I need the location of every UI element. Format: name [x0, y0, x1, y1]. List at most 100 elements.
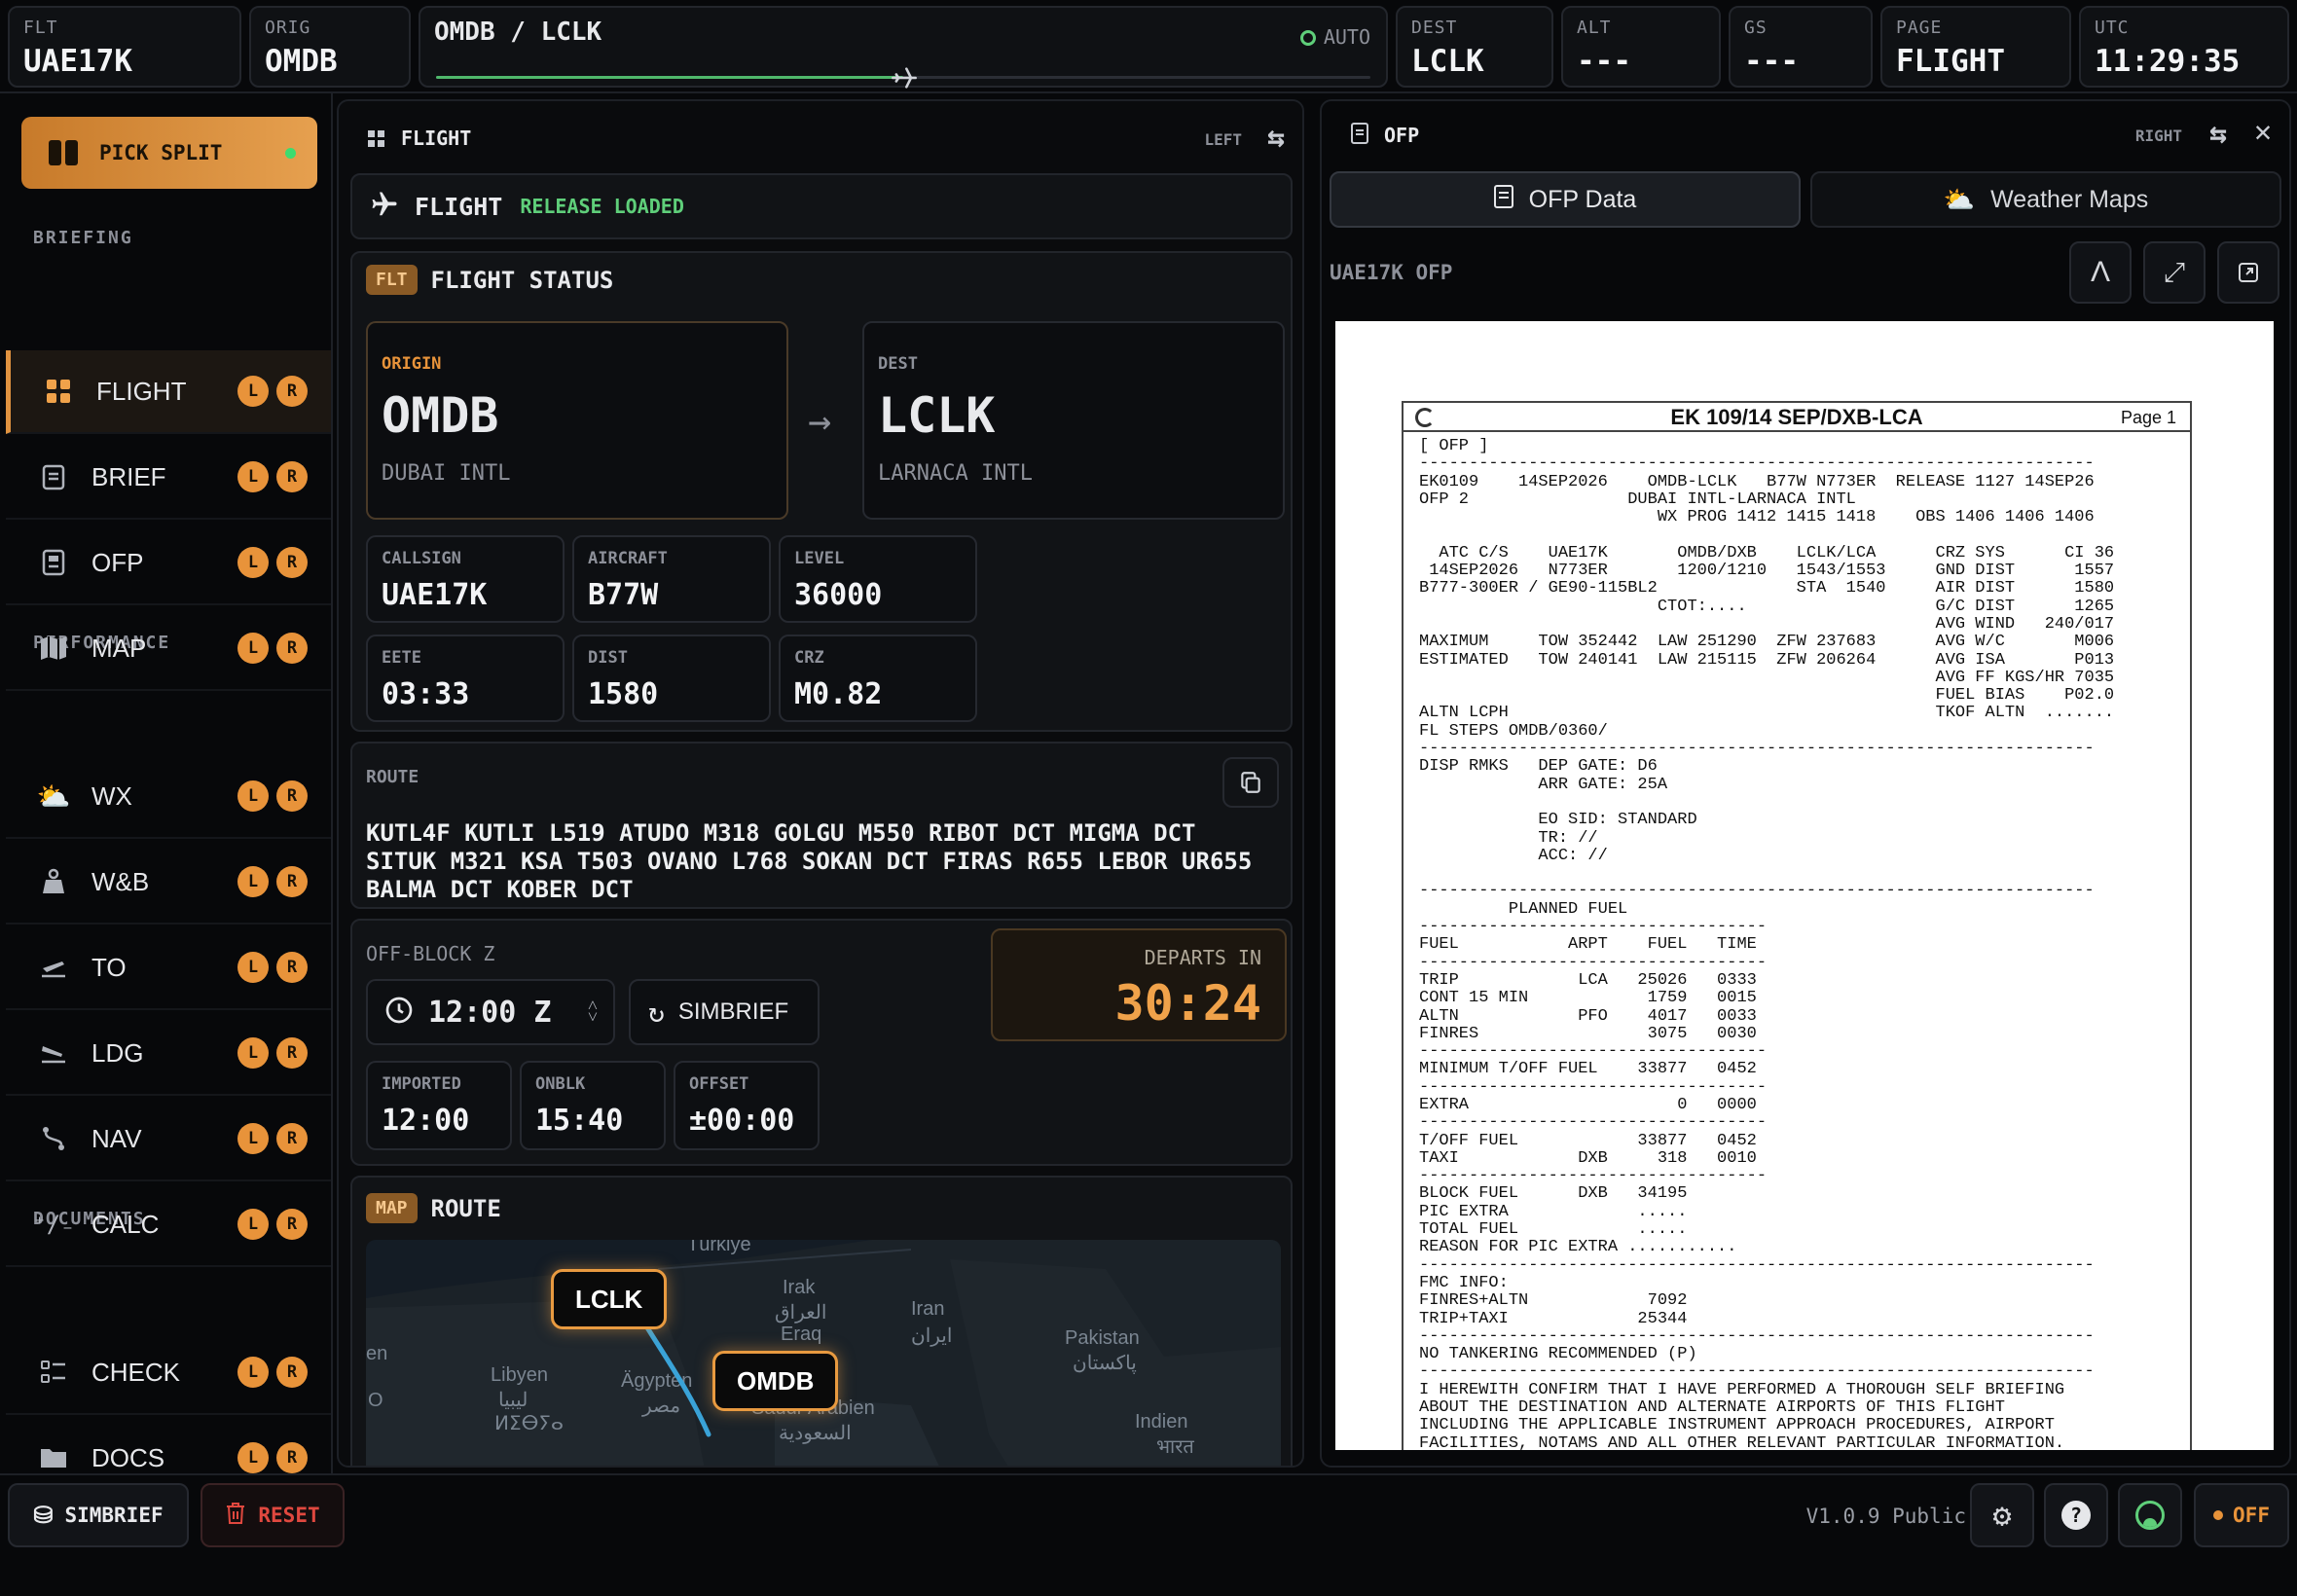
sidebar-item-wx[interactable]: ⛅ WX L R	[6, 755, 331, 839]
ofp-text-line: OFP 2 DUBAI INTL-LARNACA INTL	[1419, 490, 1856, 509]
auto-indicator[interactable]: AUTO	[1299, 25, 1370, 49]
route-line-3: BALMA DCT KOBER DCT	[366, 876, 634, 903]
pick-split-button[interactable]: PICK SPLIT	[21, 117, 317, 189]
simbrief-refresh-button[interactable]: ↻ SIMBRIEF	[629, 979, 820, 1045]
font-icon[interactable]: Λ	[2069, 241, 2132, 304]
flt-value: UAE17K	[23, 44, 132, 79]
right-split-badge[interactable]: R	[276, 461, 308, 492]
route-map[interactable]: Türkiye Irak العراق Eraq Iran ایران Paki…	[366, 1240, 1281, 1466]
route-line-1: KUTL4F KUTLI L519 ATUDO M318 GOLGU M550 …	[366, 819, 1196, 847]
swap-icon[interactable]: ⇆	[2209, 117, 2227, 151]
offblock-time: 12:00 Z	[428, 995, 552, 1030]
close-icon[interactable]: ✕	[2254, 115, 2272, 149]
origin-name: DUBAI INTL	[382, 461, 511, 486]
status-field-value: 03:33	[382, 677, 470, 711]
tab-ofp-data[interactable]: OFP Data	[1330, 171, 1801, 228]
left-split-badge[interactable]: L	[237, 1037, 269, 1069]
utc-value: 11:29:35	[2095, 44, 2241, 79]
split-badges: LR	[237, 866, 308, 897]
split-badges: LR	[237, 633, 308, 664]
right-split-badge[interactable]: R	[276, 952, 308, 983]
right-split-badge[interactable]: R	[276, 1123, 308, 1154]
ofp-divider-line: -----------------------------------	[1419, 1113, 1768, 1133]
page-cell: PAGE FLIGHT	[1880, 6, 2071, 88]
right-split-badge[interactable]: R	[276, 780, 308, 812]
ofp-document[interactable]: EK 109/14 SEP/DXB-LCA Page 1 [ OFP ] ----…	[1335, 321, 2274, 1450]
left-split-badge[interactable]: L	[237, 1123, 269, 1154]
expand-icon[interactable]: ⤢	[2143, 241, 2206, 304]
profile-button[interactable]	[2118, 1483, 2182, 1547]
left-split-badge[interactable]: L	[237, 866, 269, 897]
ofp-divider-line: ----------------------------------------…	[1419, 740, 2095, 759]
bottom-bar: ⛁ SIMBRIEF RESET V1.0.9 Public ⚙ ? OFF	[0, 1473, 2297, 1596]
offblock-time-picker[interactable]: 12:00 Z ˄ ˅	[366, 979, 615, 1045]
folder-icon	[37, 1441, 70, 1474]
right-split-badge[interactable]: R	[276, 1442, 308, 1473]
sidebar-item-wb[interactable]: W&B L R	[6, 841, 331, 925]
power-status-dot	[2213, 1510, 2224, 1520]
page-label: PAGE	[1896, 18, 1943, 38]
sidebar-item-map[interactable]: MAP L R	[6, 607, 331, 691]
left-split-badge[interactable]: L	[237, 1442, 269, 1473]
reset-button[interactable]: RESET	[201, 1483, 345, 1547]
ofp-text-line: AVG FF KGS/HR 7035	[1419, 668, 2115, 687]
release-banner: FLIGHT RELEASE LOADED	[350, 173, 1293, 239]
swap-icon[interactable]: ⇆	[1267, 121, 1285, 155]
route-card: ROUTE KUTL4F KUTLI L519 ATUDO M318 GOLGU…	[350, 742, 1293, 909]
right-split-badge[interactable]: R	[276, 376, 308, 407]
left-split-badge[interactable]: L	[237, 1357, 269, 1388]
sidebar-item-ofp[interactable]: OFP L R	[6, 522, 331, 605]
status-field-label: LEVEL	[794, 549, 845, 568]
ofp-text-line: MINIMUM T/OFF FUEL 33877 0452	[1419, 1060, 1757, 1079]
offblock-field-offset: OFFSET ±00:00	[674, 1061, 820, 1150]
right-split-badge[interactable]: R	[276, 547, 308, 578]
left-panel-title: FLIGHT	[401, 127, 472, 150]
orig-cell: ORIG OMDB	[249, 6, 411, 88]
sidebar-item-calc[interactable]: ⁺∕₋ CALC L R	[6, 1183, 331, 1267]
map-marker-dest[interactable]: LCLK	[551, 1269, 668, 1329]
sidebar-item-brief[interactable]: BRIEF L R	[6, 436, 331, 520]
refresh-icon: ↻	[648, 996, 665, 1029]
ofp-text-line: FACILITIES, NOTAMS AND ALL OTHER RELEVAN…	[1419, 1433, 2065, 1450]
left-split-badge[interactable]: L	[237, 1209, 269, 1240]
settings-button[interactable]: ⚙	[1970, 1483, 2034, 1547]
left-split-badge[interactable]: L	[237, 952, 269, 983]
external-link-icon[interactable]	[2217, 241, 2279, 304]
left-split-badge[interactable]: L	[237, 780, 269, 812]
right-side-label: RIGHT	[2134, 127, 2182, 145]
sidebar-item-nav[interactable]: NAV L R	[6, 1098, 331, 1181]
left-split-badge[interactable]: L	[237, 633, 269, 664]
simbrief-button[interactable]: ⛁ SIMBRIEF	[8, 1483, 189, 1547]
sidebar-item-check[interactable]: CHECK L R	[6, 1331, 331, 1415]
right-split-badge[interactable]: R	[276, 1209, 308, 1240]
map-card: MAP ROUTE Türkiye Irak العراق Eraq Iran …	[350, 1176, 1293, 1466]
right-split-badge[interactable]: R	[276, 1357, 308, 1388]
left-split-badge[interactable]: L	[237, 461, 269, 492]
copy-icon[interactable]	[1222, 757, 1279, 808]
ofp-divider-line: ----------------------------------------…	[1419, 1326, 2095, 1346]
ofp-text-line: 14SEP2026 N773ER 1200/1210 1543/1553 GND…	[1419, 562, 2115, 581]
left-split-badge[interactable]: L	[237, 547, 269, 578]
departs-in-box: DEPARTS IN 30:24	[991, 928, 1287, 1041]
left-split-badge[interactable]: L	[237, 376, 269, 407]
right-split-badge[interactable]: R	[276, 1037, 308, 1069]
ofp-text-line: PIC EXTRA .....	[1419, 1202, 1688, 1221]
map-marker-orig[interactable]: OMDB	[712, 1351, 839, 1411]
tab-weather-maps[interactable]: ⛅ Weather Maps	[1810, 171, 2281, 228]
right-split-badge[interactable]: R	[276, 866, 308, 897]
sidebar-item-ldg[interactable]: LDG L R	[6, 1012, 331, 1096]
sidebar-item-to[interactable]: TO L R	[6, 926, 331, 1010]
help-button[interactable]: ?	[2044, 1483, 2108, 1547]
weather-icon: ⛅	[1943, 184, 1976, 214]
right-split-badge[interactable]: R	[276, 633, 308, 664]
split-badges: LR	[237, 1037, 308, 1069]
power-toggle[interactable]: OFF	[2194, 1483, 2289, 1547]
map-icon	[37, 632, 70, 665]
sidebar-item-label: WX	[91, 780, 132, 811]
map-tag: MAP	[366, 1193, 418, 1223]
sidebar-item-label: CHECK	[91, 1357, 181, 1387]
origin-code: OMDB	[382, 387, 499, 444]
sidebar-item-flight[interactable]: FLIGHT L R	[6, 350, 331, 434]
clipboard-icon	[37, 460, 70, 493]
dest-card-label: DEST	[878, 354, 918, 374]
